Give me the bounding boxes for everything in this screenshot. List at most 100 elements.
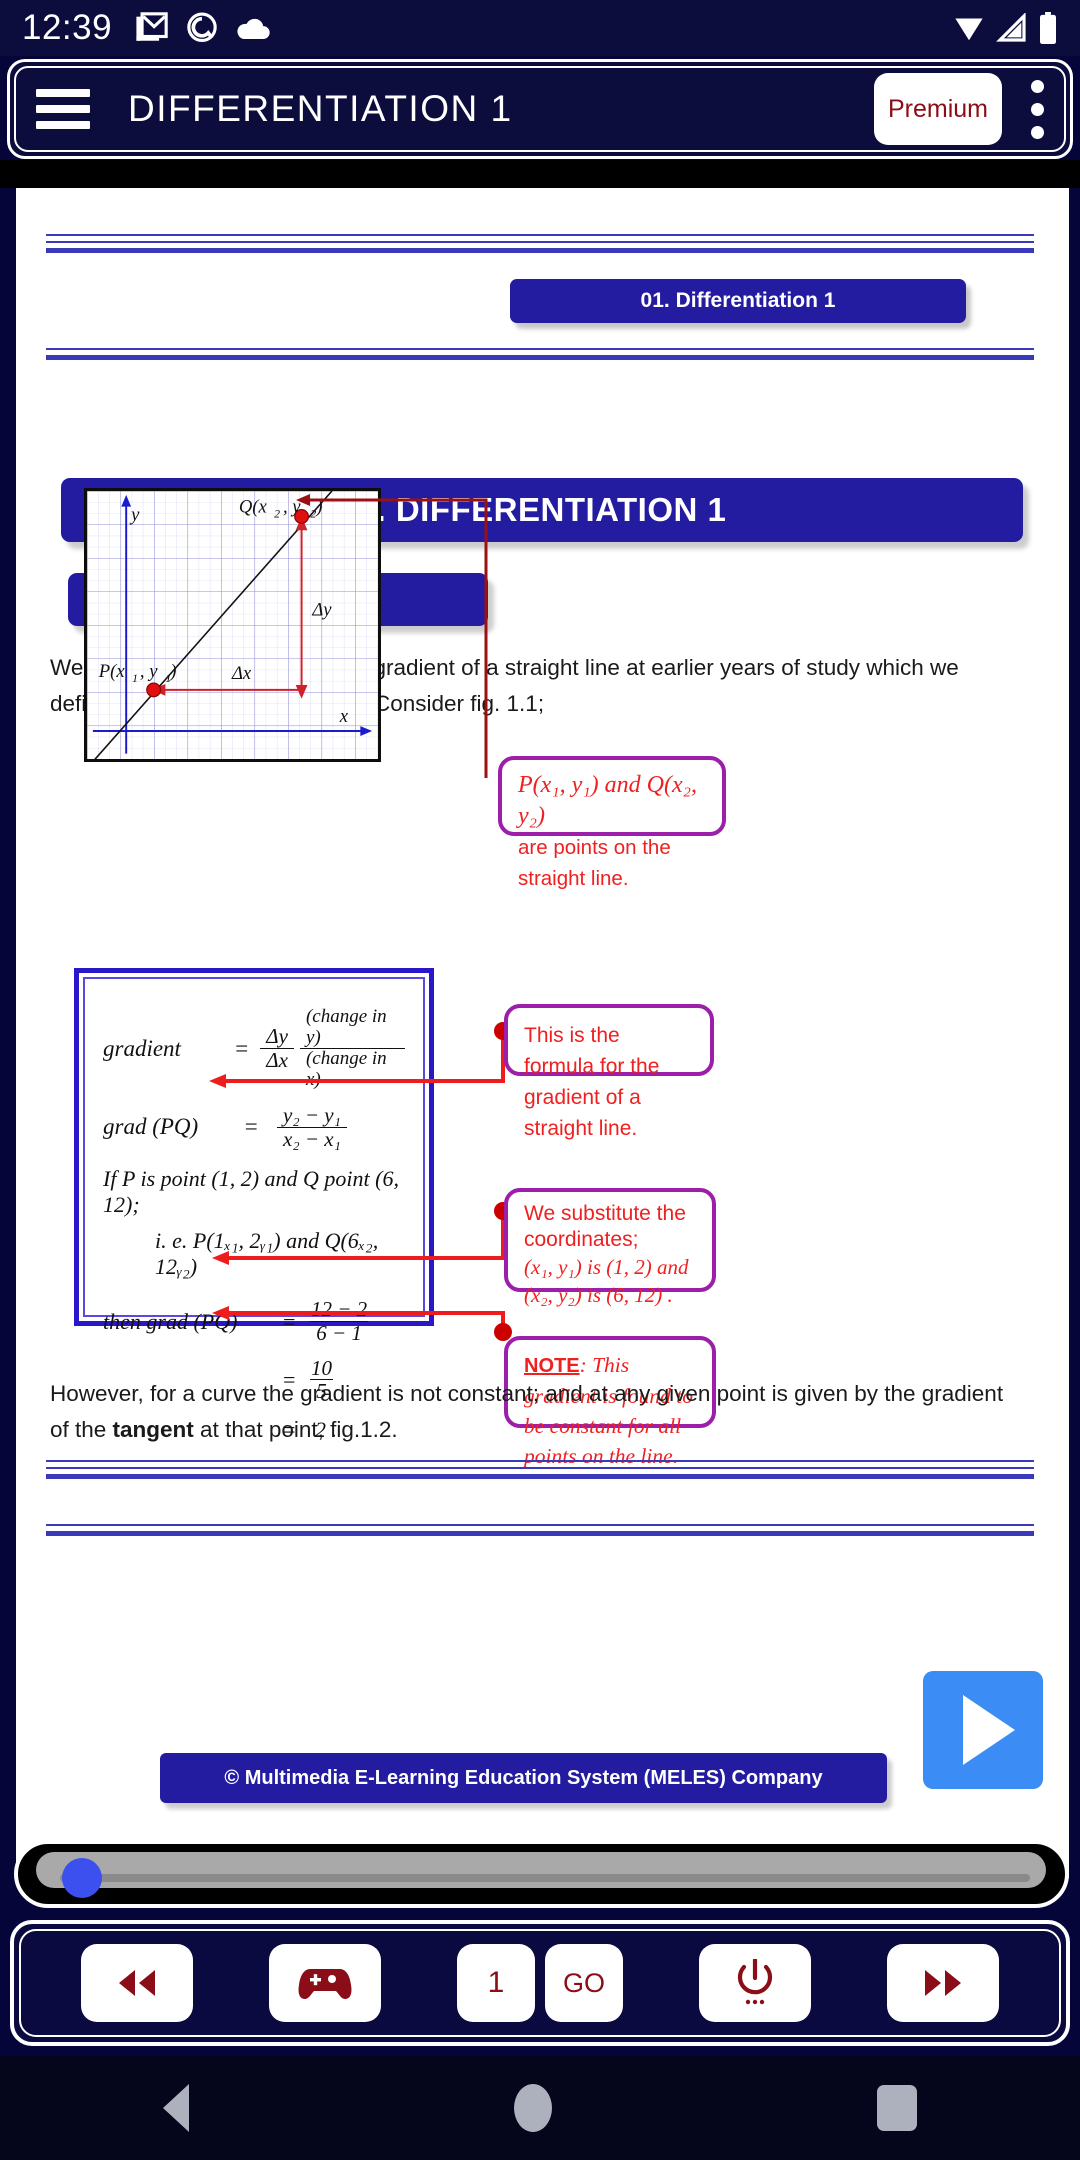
signal-icon [996,13,1026,42]
cloud-icon [237,18,270,39]
formula-frac-change-den: (change in x) [299,1048,405,1090]
svg-text:): ) [169,661,176,682]
topic-chip[interactable]: 01. Differentiation 1 [510,279,966,323]
formula-row-gradient: gradient = Δy Δx (change in y) (change i… [103,1006,405,1090]
app-bar: DIFFERENTIATION 1 Premium [7,59,1073,159]
formula-row-if: If P is point (1, 2) and Q point (6, 12)… [103,1166,399,1218]
home-circle-icon[interactable] [513,2084,552,2132]
divider-top [46,234,1034,253]
page-number-label: 1 [487,1966,505,1999]
bottom-toolbar: 1 GO [10,1920,1070,2046]
formula-frac-symbolic: y₂ − y₁ x₂ − x₁ [277,1104,347,1150]
formula-gradient-label: gradient [103,1035,181,1061]
screen-root: 12:39 DIFFERENTIATION 1 Premium 01. Diff… [0,0,1080,2160]
rewind-button[interactable] [81,1944,193,2022]
formula-frac-symbolic-num: y₂ − y₁ [283,1103,341,1128]
rewind-icon [119,1970,155,1996]
formula-then-label: then grad (PQ) [103,1308,238,1334]
callout-note-label: NOTE [524,1355,580,1377]
premium-button-label: Premium [887,94,988,123]
go-button-label: GO [562,1967,605,1998]
kebab-menu-icon[interactable] [1030,79,1044,139]
callout-substitute-line2: coordinates; [524,1228,639,1251]
slider-track[interactable] [36,1852,1046,1888]
play-button[interactable] [923,1671,1043,1789]
formula-row-then: then grad (PQ) = 12 − 2 6 − 1 [103,1298,405,1344]
svg-text:P(x: P(x [98,661,126,682]
battery-icon [1040,12,1056,44]
formula-row-gradpq: grad (PQ) = y₂ − y₁ x₂ − x₁ [103,1104,405,1150]
formula-frac-numeric: 12 − 2 6 − 1 [305,1298,373,1344]
app-bar-inner: DIFFERENTIATION 1 Premium [14,66,1066,152]
callout-substitute-line4: (x₂, y₂) is (6, 12) . [524,1283,673,1307]
fast-forward-icon [925,1970,961,1996]
formula-frac-delta-den: Δx [260,1048,294,1072]
hamburger-menu-icon[interactable] [36,89,90,129]
status-bar-clock: 12:39 [22,8,113,47]
android-nav-bar [0,2056,1080,2160]
closing-paragraph: However, for a curve the gradient is not… [50,1376,1020,1448]
callout-substitute: We substitute the coordinates; (x₁, y₁) … [504,1188,716,1307]
svg-text:Δx: Δx [231,663,252,684]
status-bar: 12:39 [0,0,1080,56]
svg-text:, y: , y [140,661,158,682]
slider-thumb[interactable] [62,1858,102,1898]
formula-frac-symbolic-den: x₂ − x₁ [277,1126,347,1151]
closing-paragraph-part-b: at that point, fig.1.2. [193,1417,398,1442]
formula-panel: gradient = Δy Δx (change in y) (change i… [74,968,434,1442]
divider-below-topic [46,348,1034,360]
divider-bottom-top [46,1460,1034,1479]
formula-frac-change: (change in y) (change in x) [299,1006,405,1090]
callout-substitute-line1: We substitute the [524,1202,686,1225]
svg-text:, y: , y [283,497,301,518]
app-bar-divider [0,160,1080,188]
status-bar-system-icons [952,12,1058,44]
page-scroll-slider[interactable] [14,1840,1069,1908]
callout-substitute-line3: (x₁, y₁) is (1, 2) and [524,1255,689,1279]
games-button[interactable] [269,1944,381,2022]
fast-forward-button[interactable] [887,1944,999,2022]
formula-row-ie: i. e. P(1ₓ₁, 2ᵧ₁) and Q(6ₓ₂, 12ᵧ₂) [155,1228,379,1280]
topic-chip-label: 01. Differentiation 1 [640,289,836,312]
callout-points: P(x₁, y₁) and Q(x₂, y₂) are points on th… [498,756,726,890]
page-title: DIFFERENTIATION 1 [128,88,513,129]
divider-bottom [46,1524,1034,1536]
formula-frac-numeric-num: 12 − 2 [311,1297,368,1322]
recents-square-icon[interactable] [877,2085,918,2131]
formula-gradpq-label: grad (PQ) [103,1114,199,1140]
svg-text:Δy: Δy [311,599,332,620]
graph-canvas: y x Q(x 2 , y 2 ) P(x 1 , y 1 ) Δy Δx [87,491,378,760]
page-number-button[interactable]: 1 [457,1944,535,2022]
formula-frac-delta: Δy Δx [260,1025,294,1071]
wifi-icon [955,18,983,41]
formula-frac-change-num: (change in y) [305,1006,387,1048]
callout-formula-note-text: This is the formula for the gradient of … [524,1024,660,1140]
power-button[interactable] [699,1944,811,2022]
go-button[interactable]: GO [545,1944,623,2022]
svg-text:Q(x: Q(x [239,497,268,518]
svg-text:2: 2 [274,507,280,520]
closing-paragraph-bold: tangent [112,1417,194,1442]
gmail-icon [136,12,168,41]
page-navigation-group: 1 GO [457,1944,623,2022]
formula-frac-numeric-den: 6 − 1 [310,1321,368,1345]
callout-formula-note: This is the formula for the gradient of … [504,1004,714,1140]
formula-panel-inner: gradient = Δy Δx (change in y) (change i… [83,977,425,1442]
svg-text:x: x [339,706,349,727]
callout-points-line1: P(x₁, y₁) and Q(x₂, y₂) [518,772,697,829]
formula-eq-2: = [243,1114,259,1140]
copyright-footer: © Multimedia E-Learning Education System… [160,1753,887,1803]
back-triangle-icon[interactable] [162,2084,189,2132]
svg-text:): ) [315,497,322,518]
slider-line [60,1874,1030,1882]
power-icon [737,1959,773,2005]
qwant-icon [187,12,217,43]
premium-button[interactable]: Premium [874,73,1002,145]
chapter-heading-label: 1. DIFFERENTIATION 1 [357,491,727,528]
formula-frac-delta-num: Δy [266,1024,288,1049]
bottom-toolbar-inner: 1 GO [19,1929,1061,2037]
formula-eq-3: = [281,1308,297,1334]
callout-points-line2: are points on the straight line. [518,836,671,890]
copyright-footer-label: © Multimedia E-Learning Education System… [224,1766,823,1789]
figure-1-1-graph: y x Q(x 2 , y 2 ) P(x 1 , y 1 ) Δy Δx [84,488,381,762]
